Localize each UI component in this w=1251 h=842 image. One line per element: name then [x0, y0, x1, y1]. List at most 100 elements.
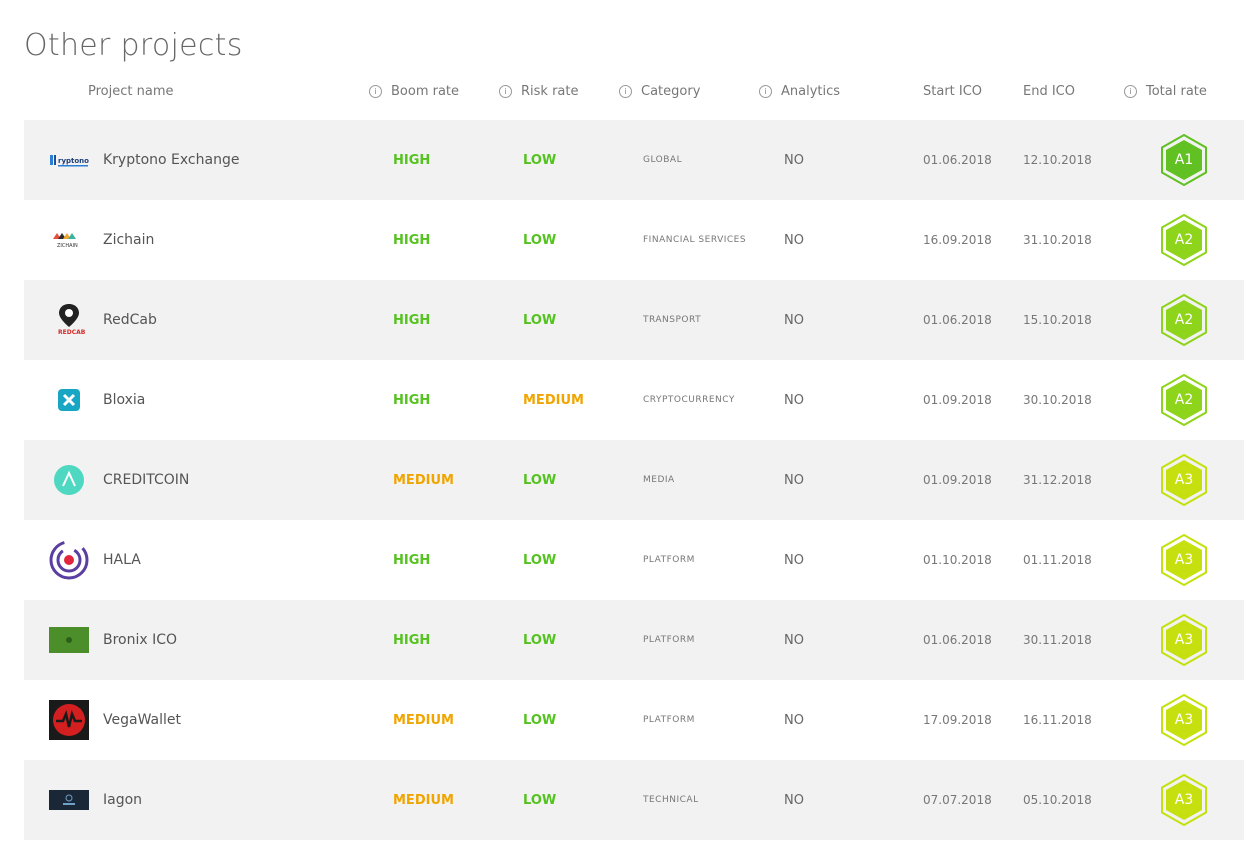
project-name[interactable]: Iagon	[103, 760, 142, 840]
total-rate-value: A1	[1175, 152, 1193, 168]
rating-hexagon-icon: A1	[1161, 134, 1207, 186]
rating-hexagon-icon: A2	[1161, 374, 1207, 426]
col-project-name[interactable]: Project name	[88, 84, 173, 99]
col-analytics[interactable]: i Analytics	[759, 84, 840, 99]
col-risk-rate[interactable]: i Risk rate	[499, 84, 578, 99]
risk-rate: LOW	[523, 712, 557, 728]
total-rate-value: A2	[1175, 232, 1193, 248]
table-row[interactable]: Bloxia HIGH MEDIUM CRYPTOCURRENCY NO 01.09.20…	[24, 360, 1244, 440]
boom-rate: MEDIUM	[393, 472, 454, 488]
info-icon[interactable]: i	[759, 85, 772, 98]
category: MEDIA	[643, 475, 675, 485]
svg-text:REDCAB: REDCAB	[58, 329, 86, 336]
category: PLATFORM	[643, 555, 695, 565]
start-ico: 17.09.2018	[923, 713, 992, 727]
start-ico: 16.09.2018	[923, 233, 992, 247]
risk-rate: MEDIUM	[523, 392, 584, 408]
analytics: NO	[784, 792, 804, 808]
total-rate-badge: A3	[1157, 760, 1211, 840]
col-risk-rate-label: Risk rate	[521, 84, 579, 99]
col-start-ico-label: Start ICO	[923, 84, 983, 99]
col-end-ico[interactable]: End ICO	[1023, 84, 1075, 99]
project-name[interactable]: Kryptono Exchange	[103, 120, 239, 200]
info-icon[interactable]: i	[499, 85, 512, 98]
project-logo	[49, 360, 89, 440]
total-rate-value: A3	[1175, 472, 1193, 488]
col-total-rate-label: Total rate	[1146, 84, 1207, 99]
project-logo: ryptono	[49, 120, 89, 200]
project-name[interactable]: Bronix ICO	[103, 600, 177, 680]
boom-rate: HIGH	[393, 152, 431, 168]
project-logo	[49, 440, 89, 520]
start-ico: 07.07.2018	[923, 793, 992, 807]
total-rate-badge: A2	[1157, 280, 1211, 360]
info-icon[interactable]: i	[369, 85, 382, 98]
category: GLOBAL	[643, 155, 683, 165]
total-rate-badge: A3	[1157, 600, 1211, 680]
col-start-ico[interactable]: Start ICO	[923, 84, 982, 99]
table-row[interactable]: HALA HIGH LOW PLATFORM NO 01.10.2018 01.11.201…	[24, 520, 1244, 600]
total-rate-value: A3	[1175, 712, 1193, 728]
table-row[interactable]: ZICHAIN Zichain HIGH LOW FINANCIAL SERVICES N…	[24, 200, 1244, 280]
info-icon[interactable]: i	[1124, 85, 1137, 98]
project-logo	[49, 520, 89, 600]
analytics: NO	[784, 232, 804, 248]
end-ico: 01.11.2018	[1023, 553, 1092, 567]
boom-rate: HIGH	[393, 232, 431, 248]
risk-rate: LOW	[523, 632, 557, 648]
col-total-rate[interactable]: i Total rate	[1124, 84, 1207, 99]
total-rate-value: A3	[1175, 632, 1193, 648]
table-row[interactable]: VegaWallet MEDIUM LOW PLATFORM NO 17.09.2018 1…	[24, 680, 1244, 760]
total-rate-badge: A1	[1157, 120, 1211, 200]
table-row[interactable]: CREDITCOIN MEDIUM LOW MEDIA NO 01.09.2018 31.1…	[24, 440, 1244, 520]
risk-rate: LOW	[523, 792, 557, 808]
project-name[interactable]: HALA	[103, 520, 141, 600]
col-end-ico-label: End ICO	[1023, 84, 1075, 99]
risk-rate: LOW	[523, 312, 557, 328]
risk-rate: LOW	[523, 232, 557, 248]
end-ico: 12.10.2018	[1023, 153, 1092, 167]
risk-rate: LOW	[523, 472, 557, 488]
start-ico: 01.06.2018	[923, 313, 992, 327]
category: CRYPTOCURRENCY	[643, 395, 735, 405]
analytics: NO	[784, 312, 804, 328]
col-project-name-label: Project name	[88, 84, 174, 99]
boom-rate: MEDIUM	[393, 712, 454, 728]
col-boom-rate[interactable]: i Boom rate	[369, 84, 459, 99]
start-ico: 01.06.2018	[923, 633, 992, 647]
category: TECHNICAL	[643, 795, 699, 805]
total-rate-badge: A3	[1157, 520, 1211, 600]
end-ico: 16.11.2018	[1023, 713, 1092, 727]
rating-hexagon-icon: A3	[1161, 694, 1207, 746]
col-category[interactable]: i Category	[619, 84, 700, 99]
table-row[interactable]: ryptono Kryptono Exchange HIGH LOW GLOBAL NO 0…	[24, 120, 1244, 200]
analytics: NO	[784, 472, 804, 488]
end-ico: 30.10.2018	[1023, 393, 1092, 407]
project-name[interactable]: VegaWallet	[103, 680, 181, 760]
project-name[interactable]: RedCab	[103, 280, 157, 360]
rating-hexagon-icon: A2	[1161, 294, 1207, 346]
total-rate-value: A3	[1175, 792, 1193, 808]
table-row[interactable]: REDCAB RedCab HIGH LOW TRANSPORT NO 01.06.2018…	[24, 280, 1244, 360]
total-rate-badge: A3	[1157, 680, 1211, 760]
start-ico: 01.10.2018	[923, 553, 992, 567]
project-name[interactable]: Bloxia	[103, 360, 145, 440]
page-title: Other projects	[24, 28, 243, 63]
project-name[interactable]: Zichain	[103, 200, 154, 280]
svg-text:ryptono: ryptono	[58, 157, 89, 165]
project-name[interactable]: CREDITCOIN	[103, 440, 189, 520]
table-row[interactable]: Bronix ICO HIGH LOW PLATFORM NO 01.06.2018 30.…	[24, 600, 1244, 680]
category: TRANSPORT	[643, 315, 702, 325]
analytics: NO	[784, 152, 804, 168]
svg-text:ZICHAIN: ZICHAIN	[57, 243, 78, 249]
start-ico: 01.09.2018	[923, 473, 992, 487]
analytics: NO	[784, 392, 804, 408]
start-ico: 01.06.2018	[923, 153, 992, 167]
info-icon[interactable]: i	[619, 85, 632, 98]
project-logo	[49, 760, 89, 840]
table-row[interactable]: Iagon MEDIUM LOW TECHNICAL NO 07.07.2018 05.10…	[24, 760, 1244, 840]
project-logo: ZICHAIN	[49, 200, 89, 280]
boom-rate: HIGH	[393, 632, 431, 648]
end-ico: 30.11.2018	[1023, 633, 1092, 647]
total-rate-value: A2	[1175, 312, 1193, 328]
